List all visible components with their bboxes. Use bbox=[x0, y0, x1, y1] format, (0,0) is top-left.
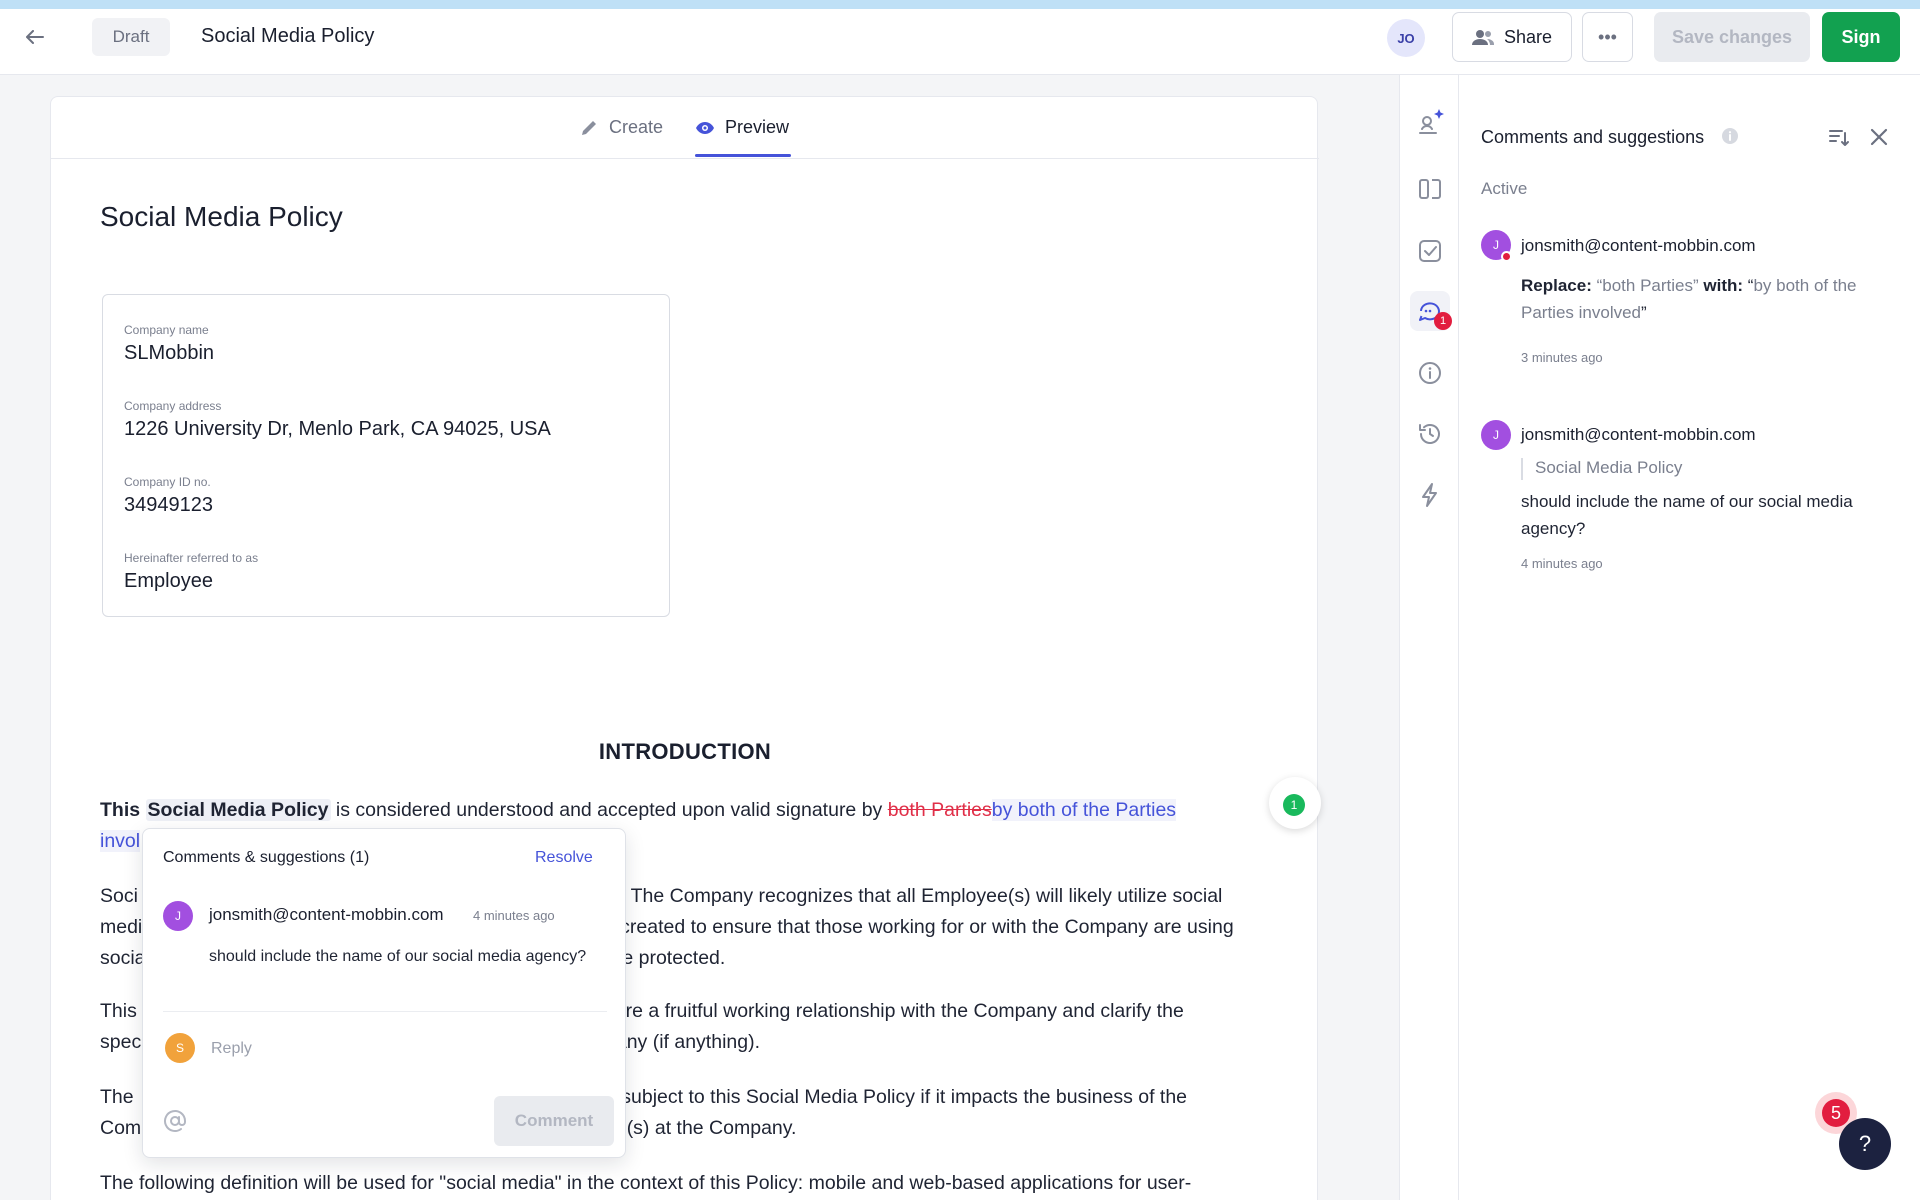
avatar: J bbox=[163, 901, 193, 931]
comment-text: should include the name of our social me… bbox=[209, 948, 587, 965]
text: ee(s) at the Company. bbox=[605, 1117, 797, 1139]
suggestion-text[interactable]: Replace: “both Parties” with: “by both o… bbox=[1521, 272, 1891, 326]
suggested-insertion-continued[interactable]: invol bbox=[100, 830, 141, 852]
comment-popover: Comments & suggestions (1) Resolve J jon… bbox=[142, 828, 626, 1158]
users-icon bbox=[1471, 30, 1494, 45]
text: Soci bbox=[100, 885, 138, 907]
close-icon[interactable] bbox=[1867, 125, 1891, 149]
top-accent-strip bbox=[0, 0, 1920, 9]
comments-sidebar: Comments and suggestions Active J jonsmi… bbox=[1459, 75, 1920, 1200]
info-icon[interactable] bbox=[1721, 127, 1739, 145]
comment-author: jonsmith@content-mobbin.com bbox=[209, 905, 444, 924]
field-value: Employee bbox=[124, 570, 213, 592]
sort-icon[interactable] bbox=[1827, 125, 1851, 149]
field-value: 1226 University Dr, Menlo Park, CA 94025… bbox=[124, 418, 551, 440]
suggested-insertion[interactable]: by both of the Parties bbox=[991, 799, 1177, 821]
sign-button[interactable]: Sign bbox=[1822, 12, 1900, 62]
mode-tabs: Create Preview bbox=[51, 97, 1319, 159]
active-tab-indicator bbox=[695, 154, 791, 157]
more-options-button[interactable]: ••• bbox=[1582, 12, 1633, 62]
filter-label[interactable]: Active bbox=[1481, 179, 1527, 199]
field-value: SLMobbin bbox=[124, 342, 215, 364]
tab-preview[interactable]: Preview bbox=[695, 117, 789, 138]
tab-preview-label: Preview bbox=[725, 117, 790, 137]
document-title[interactable]: Social Media Policy bbox=[201, 25, 374, 48]
comment-author: jonsmith@content-mobbin.com bbox=[1521, 236, 1756, 255]
quoted-text[interactable]: Social Media Policy bbox=[1521, 458, 1682, 480]
tool-rail: 1 bbox=[1399, 75, 1459, 1200]
history-icon[interactable] bbox=[1417, 421, 1443, 447]
notification-badge[interactable]: 5 bbox=[1822, 1099, 1850, 1127]
commented-text[interactable]: Social Media Policy bbox=[145, 799, 331, 821]
suggested-deletion[interactable]: both Parties bbox=[888, 799, 992, 821]
pencil-icon bbox=[582, 120, 596, 135]
eye-icon bbox=[696, 121, 714, 134]
field-label: Company name bbox=[124, 323, 209, 337]
replace-label: Replace: bbox=[1521, 276, 1592, 295]
text: e subject to this Social Media Policy if… bbox=[605, 1086, 1188, 1108]
save-changes-button[interactable]: Save changes bbox=[1654, 12, 1810, 62]
user-avatar[interactable]: JO bbox=[1387, 19, 1425, 57]
replace-from: “both Parties” bbox=[1596, 276, 1699, 295]
checklist-icon[interactable] bbox=[1417, 238, 1443, 264]
back-arrow-icon[interactable] bbox=[22, 24, 48, 50]
text: spec bbox=[100, 1031, 142, 1053]
current-user-avatar: S bbox=[165, 1033, 195, 1063]
ai-signer-icon[interactable] bbox=[1417, 107, 1444, 134]
popover-title: Comments & suggestions (1) bbox=[163, 849, 370, 866]
comment-author: jonsmith@content-mobbin.com bbox=[1521, 425, 1756, 444]
company-info-card[interactable]: Company name SLMobbin Company address 12… bbox=[102, 294, 670, 617]
text: is considered understood and accepted up… bbox=[330, 799, 888, 821]
text: This bbox=[100, 1000, 137, 1022]
text: The bbox=[100, 1086, 134, 1108]
status-badge: Draft bbox=[92, 18, 170, 56]
field-label: Company address bbox=[124, 399, 222, 413]
comment-time: 3 minutes ago bbox=[1521, 350, 1603, 365]
unread-dot bbox=[1501, 251, 1512, 262]
comment-text[interactable]: should include the name of our social me… bbox=[1521, 488, 1891, 542]
info-icon[interactable] bbox=[1417, 360, 1443, 386]
field-value: 34949123 bbox=[124, 494, 213, 516]
help-button[interactable]: ? bbox=[1839, 1118, 1891, 1170]
document-heading: Social Media Policy bbox=[100, 201, 343, 232]
tab-create[interactable]: Create bbox=[579, 117, 663, 138]
text: socia bbox=[100, 947, 146, 969]
text-bold: This bbox=[100, 799, 141, 821]
reply-input[interactable] bbox=[211, 1037, 591, 1061]
paragraph-5: The following definition will be used fo… bbox=[100, 1172, 1192, 1194]
text: s created to ensure that those working f… bbox=[605, 916, 1234, 938]
share-label: Share bbox=[1503, 26, 1553, 47]
section-title: INTRODUCTION bbox=[598, 739, 772, 764]
avatar: J bbox=[1481, 420, 1511, 450]
comment-time: 4 minutes ago bbox=[473, 908, 555, 923]
field-label: Company ID no. bbox=[124, 475, 211, 489]
sidebar-title: Comments and suggestions bbox=[1481, 127, 1705, 147]
field-label: Hereinafter referred to as bbox=[124, 551, 259, 565]
text: medi bbox=[100, 916, 143, 938]
lightning-icon[interactable] bbox=[1417, 482, 1443, 508]
text: Com bbox=[100, 1117, 142, 1139]
text: pany (if anything). bbox=[605, 1031, 761, 1053]
tab-create-label: Create bbox=[609, 117, 664, 137]
comment-submit-button[interactable]: Comment bbox=[494, 1096, 614, 1146]
share-button[interactable]: Share bbox=[1452, 12, 1572, 62]
divider bbox=[163, 1011, 607, 1012]
resolve-button[interactable]: Resolve bbox=[535, 849, 593, 867]
mention-icon[interactable] bbox=[163, 1109, 187, 1133]
document-layout-icon[interactable] bbox=[1417, 176, 1443, 202]
text: sure a fruitful working relationship wit… bbox=[605, 1000, 1184, 1022]
with-label: with: bbox=[1703, 276, 1744, 295]
quote-mark: ” bbox=[1641, 303, 1647, 322]
text: ct. The Company recognizes that all Empl… bbox=[605, 885, 1223, 907]
comments-badge: 1 bbox=[1434, 312, 1452, 330]
comment-count-bubble[interactable]: 1 bbox=[1283, 794, 1305, 816]
comment-time: 4 minutes ago bbox=[1521, 556, 1603, 571]
top-bar: Draft Social Media Policy JO Share ••• S… bbox=[0, 0, 1920, 75]
